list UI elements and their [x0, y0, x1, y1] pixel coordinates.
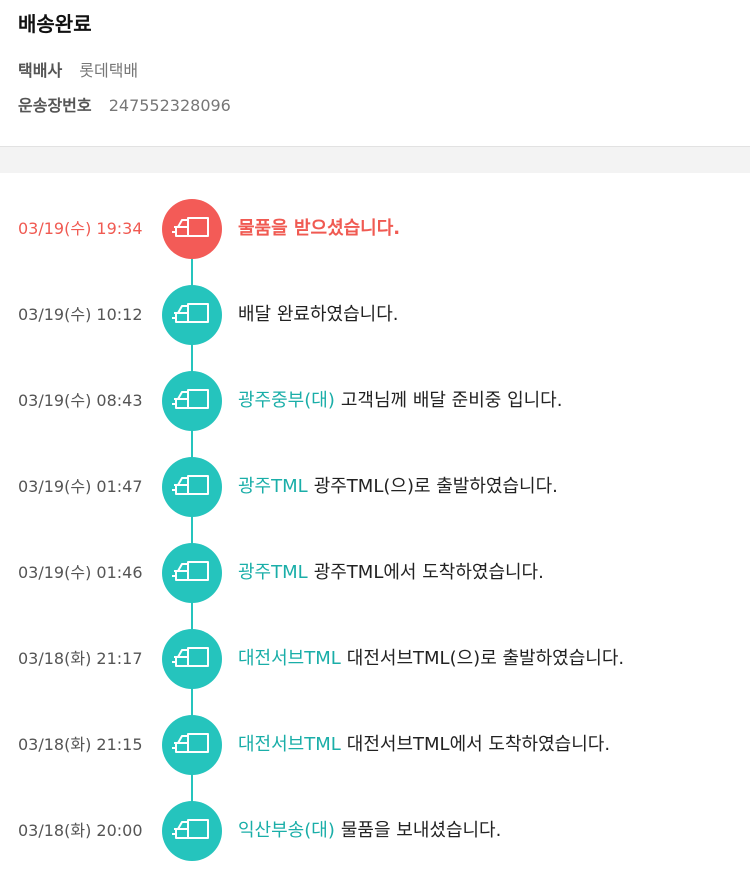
event-text: 배달 완료하였습니다.: [238, 304, 399, 325]
event-message: 배달 완료하였습니다.: [238, 285, 398, 345]
carrier-label: 택배사: [18, 61, 63, 80]
event-text: 대전서브TML(으)로 출발하였습니다.: [346, 648, 625, 669]
delivery-status-title: 배송완료: [18, 12, 92, 36]
event-location: 광주TML: [238, 476, 308, 497]
truck-icon: [162, 371, 222, 431]
timeline-event: 03/19(수) 08:43 광주중부(대) 고객님께 배달 준비중 입니다.: [0, 371, 750, 431]
event-message: 광주TML 광주TML에서 도착하였습니다.: [238, 543, 544, 603]
event-message: 대전서브TML 대전서브TML(으)로 출발하였습니다.: [238, 629, 624, 689]
event-location: 광주TML: [238, 562, 308, 583]
event-time: 03/18(화) 20:00: [18, 821, 143, 840]
event-text: 물품을 보내셨습니다.: [340, 820, 502, 841]
truck-icon: [162, 715, 222, 775]
event-message: 광주중부(대) 고객님께 배달 준비중 입니다.: [238, 371, 562, 431]
tracking-number-value[interactable]: 247552328096: [109, 96, 231, 115]
event-time: 03/19(수) 01:46: [18, 563, 143, 582]
truck-icon: [162, 285, 222, 345]
truck-icon: [162, 199, 222, 259]
timeline-event: 03/19(수) 10:12 배달 완료하였습니다.: [0, 285, 750, 345]
event-location: 익산부송(대): [238, 820, 335, 841]
event-time: 03/18(화) 21:15: [18, 735, 143, 754]
event-message: 물품을 받으셨습니다.: [238, 199, 400, 259]
event-message: 대전서브TML 대전서브TML에서 도착하였습니다.: [238, 715, 610, 775]
event-text: 물품을 받으셨습니다.: [238, 218, 401, 239]
timeline-event: 03/19(수) 19:34 물품을 받으셨습니다.: [0, 199, 750, 259]
carrier-value: 롯데택배: [79, 61, 139, 80]
event-time: 03/19(수) 19:34: [18, 219, 143, 238]
tracking-number-label: 운송장번호: [18, 96, 92, 115]
carrier-row: 택배사 롯데택배: [18, 57, 138, 81]
timeline-event: 03/18(화) 21:17 대전서브TML 대전서브TML(으)로 출발하였습니…: [0, 629, 750, 689]
timeline-event: 03/18(화) 20:00 익산부송(대) 물품을 보내셨습니다.: [0, 801, 750, 861]
timeline-event: 03/19(수) 01:46 광주TML 광주TML에서 도착하였습니다.: [0, 543, 750, 603]
truck-icon: [162, 457, 222, 517]
event-location: 대전서브TML: [238, 734, 341, 755]
event-location: 대전서브TML: [238, 648, 341, 669]
event-time: 03/19(수) 10:12: [18, 305, 143, 324]
event-text: 대전서브TML에서 도착하였습니다.: [346, 734, 611, 755]
event-text: 고객님께 배달 준비중 입니다.: [340, 390, 563, 411]
section-divider: [0, 146, 750, 173]
timeline-event: 03/18(화) 21:15 대전서브TML 대전서브TML에서 도착하였습니다.: [0, 715, 750, 775]
event-time: 03/18(화) 21:17: [18, 649, 143, 668]
tracking-number-row: 운송장번호 247552328096: [18, 92, 231, 116]
event-time: 03/19(수) 01:47: [18, 477, 143, 496]
truck-icon: [162, 543, 222, 603]
event-time: 03/19(수) 08:43: [18, 391, 143, 410]
event-message: 익산부송(대) 물품을 보내셨습니다.: [238, 801, 501, 861]
truck-icon: [162, 629, 222, 689]
event-location: 광주중부(대): [238, 390, 335, 411]
event-text: 광주TML에서 도착하였습니다.: [313, 562, 544, 583]
timeline-event: 03/19(수) 01:47 광주TML 광주TML(으)로 출발하였습니다.: [0, 457, 750, 517]
tracking-timeline: 03/19(수) 19:34 물품을 받으셨습니다. 03/19(수) 10:1…: [0, 173, 750, 873]
truck-icon: [162, 801, 222, 861]
delivery-header: 배송완료 택배사 롯데택배 운송장번호 247552328096: [0, 0, 750, 146]
event-text: 광주TML(으)로 출발하였습니다.: [313, 476, 558, 497]
event-message: 광주TML 광주TML(으)로 출발하였습니다.: [238, 457, 558, 517]
